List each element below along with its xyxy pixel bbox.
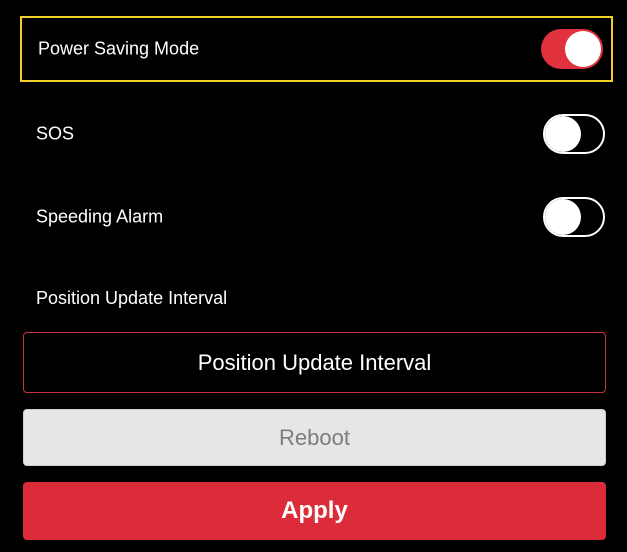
apply-button[interactable]: Apply bbox=[23, 482, 606, 540]
setting-row-sos[interactable]: SOS bbox=[20, 101, 613, 167]
toggle-knob bbox=[545, 199, 581, 235]
sos-toggle[interactable] bbox=[543, 114, 605, 154]
setting-row-power-saving-mode[interactable]: Power Saving Mode bbox=[20, 16, 613, 82]
position-update-interval-label: Position Update Interval bbox=[36, 288, 228, 308]
power-saving-mode-label: Power Saving Mode bbox=[38, 38, 200, 59]
setting-row-speeding-alarm[interactable]: Speeding Alarm bbox=[20, 184, 613, 250]
speeding-alarm-label: Speeding Alarm bbox=[36, 206, 164, 227]
power-saving-mode-toggle[interactable] bbox=[541, 29, 603, 69]
sos-label: SOS bbox=[36, 123, 75, 144]
speeding-alarm-toggle[interactable] bbox=[543, 197, 605, 237]
toggle-knob bbox=[545, 116, 581, 152]
reboot-button[interactable]: Reboot bbox=[23, 409, 606, 466]
position-update-interval-button[interactable]: Position Update Interval bbox=[23, 332, 606, 393]
toggle-knob bbox=[565, 31, 601, 67]
